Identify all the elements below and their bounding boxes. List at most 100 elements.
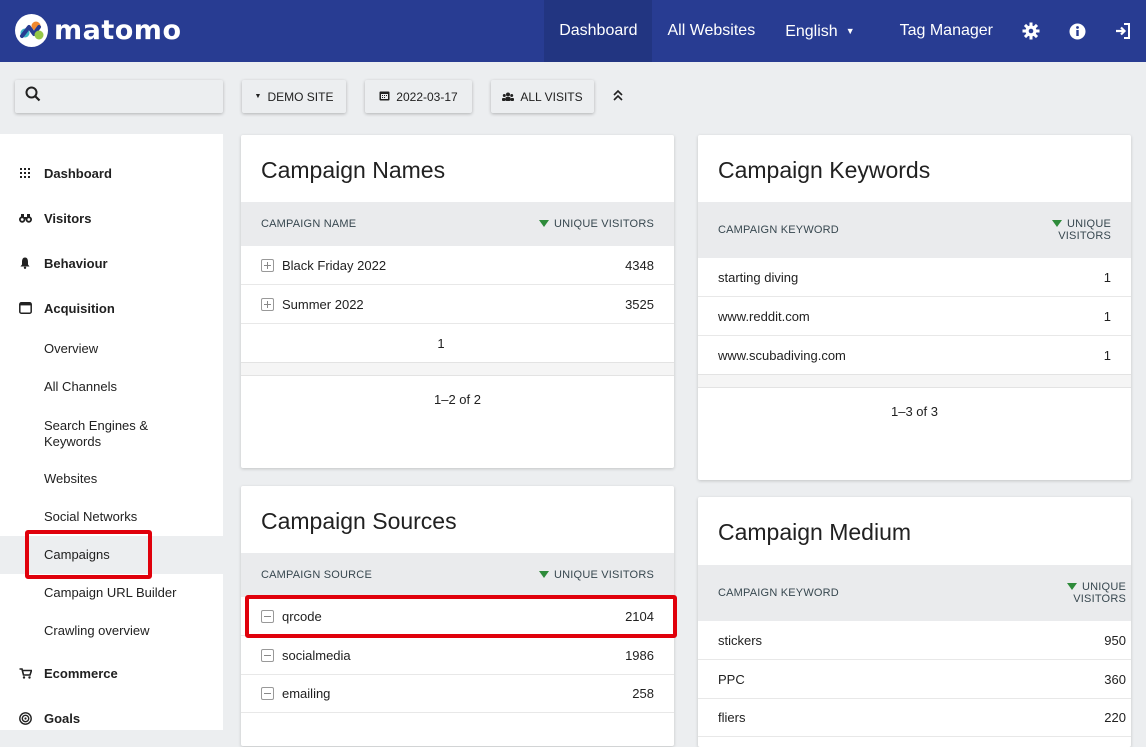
top-navigation-bar: matomo Dashboard All Websites English ▼ T…: [0, 0, 1146, 62]
column-header-label: UNIQUE: [1067, 218, 1111, 230]
row-value: 1: [1103, 308, 1111, 324]
table-header: CAMPAIGN NAME UNIQUE VISITORS: [241, 202, 674, 246]
row-value: 950: [1104, 632, 1126, 648]
binoculars-icon: [18, 211, 32, 225]
sidebar-item-goals[interactable]: Goals: [0, 703, 223, 733]
row-value: 3525: [625, 296, 654, 312]
table-row[interactable]: socialmedia 1986: [241, 636, 674, 675]
sort-descending-icon: [1052, 220, 1063, 227]
column-header-unique-visitors[interactable]: UNIQUE VISITORS: [539, 218, 654, 230]
sidebar-subitem-websites[interactable]: Websites: [0, 465, 223, 493]
row-label: emailing: [282, 685, 331, 701]
expand-row-icon[interactable]: [261, 297, 274, 311]
nav-language-selector[interactable]: English ▼: [770, 0, 884, 62]
column-header-label: VISITORS: [1058, 230, 1111, 242]
collapse-row-icon[interactable]: [261, 648, 274, 662]
language-label: English: [785, 23, 838, 40]
sidebar-item-label: Acquisition: [44, 300, 115, 316]
table-header: CAMPAIGN KEYWORD UNIQUE VISITORS: [698, 565, 1131, 621]
site-selector-button[interactable]: ▼ DEMO SITE: [242, 80, 346, 113]
sidebar-item-dashboard[interactable]: Dashboard: [0, 158, 223, 188]
sidebar-item-label: Ecommerce: [44, 665, 118, 681]
nav-dashboard[interactable]: Dashboard: [544, 0, 653, 62]
row-value: 258: [632, 685, 654, 701]
column-header-campaign-keyword[interactable]: CAMPAIGN KEYWORD: [718, 224, 839, 236]
table-row[interactable]: Summer 2022 3525: [241, 285, 674, 324]
sidebar-item-label: Behaviour: [44, 255, 108, 271]
column-header-unique-visitors[interactable]: UNIQUE VISITORS: [1067, 581, 1126, 605]
matomo-logo[interactable]: matomo: [15, 14, 182, 47]
pagination-row: 1: [241, 324, 674, 363]
sidebar-subitem-campaigns[interactable]: Campaigns: [0, 536, 223, 574]
widget-title: Campaign Keywords: [718, 157, 931, 183]
sidebar-subitem-all-channels[interactable]: All Channels: [0, 373, 223, 401]
table-row[interactable]: www.reddit.com 1: [698, 297, 1131, 336]
widget-title: Campaign Names: [261, 157, 446, 183]
search-icon: [25, 86, 41, 107]
column-header-unique-visitors[interactable]: UNIQUE VISITORS: [1052, 218, 1111, 242]
logout-icon[interactable]: [1100, 0, 1146, 62]
search-box[interactable]: [15, 80, 225, 113]
page-number[interactable]: 1: [241, 336, 641, 351]
column-header-unique-visitors[interactable]: UNIQUE VISITORS: [539, 569, 654, 581]
sidebar-subitem-label: Websites: [44, 471, 98, 486]
row-value: 1986: [625, 647, 654, 663]
segment-selector-button[interactable]: ALL VISITS: [491, 80, 594, 113]
sidebar-subitem-campaign-url-builder[interactable]: Campaign URL Builder: [0, 579, 223, 607]
cart-icon: [18, 666, 32, 680]
sidebar-subitem-label: Social Networks: [44, 509, 138, 524]
sidebar-subitem-crawling-overview[interactable]: Crawling overview: [0, 617, 223, 645]
widget-campaign-keywords: Campaign Keywords CAMPAIGN KEYWORD UNIQU…: [698, 135, 1131, 480]
sidebar-subitem-search-engines[interactable]: Search Engines & Keywords: [0, 416, 223, 452]
table-row[interactable]: emailing 258: [241, 674, 674, 713]
widget-campaign-medium: Campaign Medium CAMPAIGN KEYWORD UNIQUE V…: [698, 497, 1131, 747]
table-header: CAMPAIGN SOURCE UNIQUE VISITORS: [241, 553, 674, 597]
row-label: PPC: [718, 671, 745, 687]
row-label: fliers: [718, 709, 746, 725]
collapse-toolbar-icon[interactable]: [609, 86, 627, 106]
row-label: www.scubadiving.com: [718, 347, 846, 363]
caret-down-icon: ▼: [845, 26, 855, 36]
bell-icon: [18, 256, 32, 270]
users-icon: [502, 90, 515, 104]
sidebar-subitem-label: Crawling overview: [44, 623, 150, 638]
table-row[interactable]: starting diving 1: [698, 258, 1131, 297]
nav-all-websites[interactable]: All Websites: [652, 0, 770, 62]
column-header-campaign-keyword[interactable]: CAMPAIGN KEYWORD: [718, 587, 839, 599]
column-header-label: VISITORS: [1073, 593, 1126, 605]
widget-campaign-sources: Campaign Sources CAMPAIGN SOURCE UNIQUE …: [241, 486, 674, 746]
row-label: starting diving: [718, 269, 799, 285]
nav-tag-manager[interactable]: Tag Manager: [885, 0, 1008, 62]
table-row[interactable]: Black Friday 2022 4348: [241, 246, 674, 285]
search-input[interactable]: [49, 89, 225, 104]
sidebar-subitem-social-networks[interactable]: Social Networks: [0, 503, 223, 531]
sort-descending-icon: [539, 220, 550, 227]
sort-descending-icon: [1067, 583, 1078, 590]
collapse-row-icon[interactable]: [261, 609, 274, 623]
sidebar-subitem-label: Campaigns: [44, 547, 110, 562]
column-header-label: UNIQUE VISITORS: [554, 569, 654, 581]
sidebar-item-ecommerce[interactable]: Ecommerce: [0, 658, 223, 688]
date-selector-button[interactable]: 2022-03-17: [365, 80, 472, 113]
sidebar-subitem-label: All Channels: [44, 379, 117, 394]
sidebar-subitem-overview[interactable]: Overview: [0, 335, 223, 363]
sidebar-item-acquisition[interactable]: Acquisition: [0, 293, 223, 323]
column-header-campaign-name[interactable]: CAMPAIGN NAME: [261, 218, 356, 230]
sidebar-item-label: Visitors: [44, 210, 92, 226]
gear-icon[interactable]: [1008, 0, 1054, 62]
table-row[interactable]: fliers 220: [698, 698, 1131, 737]
column-header-campaign-source[interactable]: CAMPAIGN SOURCE: [261, 569, 372, 581]
row-value: 4348: [625, 257, 654, 273]
table-row[interactable]: www.scubadiving.com 1: [698, 336, 1131, 375]
row-label: www.reddit.com: [718, 308, 810, 324]
sidebar-item-visitors[interactable]: Visitors: [0, 203, 223, 233]
table-row[interactable]: PPC 360: [698, 660, 1131, 699]
row-value: 220: [1104, 709, 1126, 725]
sidebar-item-behaviour[interactable]: Behaviour: [0, 248, 223, 278]
info-icon[interactable]: [1054, 0, 1100, 62]
table-row[interactable]: qrcode 2104: [241, 597, 674, 636]
collapse-row-icon[interactable]: [261, 686, 274, 700]
expand-row-icon[interactable]: [261, 258, 274, 272]
table-row[interactable]: stickers 950: [698, 621, 1131, 660]
sidebar-subitem-label: Search Engines & Keywords: [44, 418, 149, 449]
